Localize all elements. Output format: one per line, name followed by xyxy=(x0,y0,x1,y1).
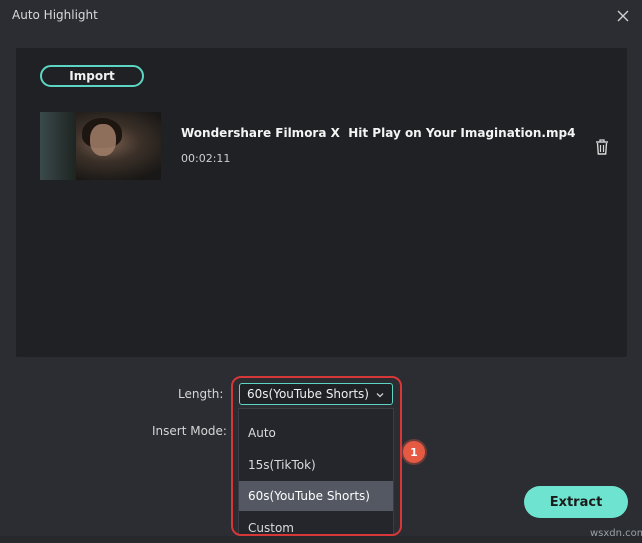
close-icon xyxy=(617,10,629,22)
file-name: Wondershare Filmora X Hit Play on Your I… xyxy=(181,126,576,140)
trash-icon xyxy=(596,139,608,155)
delete-button[interactable] xyxy=(594,138,610,156)
length-dropdown: Auto 15s(TikTok) 60s(YouTube Shorts) Cus… xyxy=(238,408,394,543)
length-option-60s[interactable]: 60s(YouTube Shorts) xyxy=(239,481,393,511)
chevron-down-icon xyxy=(376,393,384,398)
title-bar: Auto Highlight xyxy=(0,0,642,32)
watermark: wsxdn.com xyxy=(590,528,642,539)
close-button[interactable] xyxy=(612,5,634,27)
extract-button[interactable]: Extract xyxy=(524,486,628,518)
length-option-15s[interactable]: 15s(TikTok) xyxy=(239,450,393,480)
insert-mode-label: Insert Mode: xyxy=(152,424,227,438)
annotation-badge: 1 xyxy=(403,441,425,463)
window-title: Auto Highlight xyxy=(12,8,98,22)
media-panel: Import Wondershare Filmora X Hit Play on… xyxy=(16,48,627,357)
length-option-auto[interactable]: Auto xyxy=(239,418,393,448)
video-thumbnail xyxy=(40,112,161,180)
length-selected-value: 60s(YouTube Shorts) xyxy=(247,387,369,401)
length-select[interactable]: 60s(YouTube Shorts) xyxy=(239,383,393,405)
length-label: Length: xyxy=(178,387,224,401)
file-duration: 00:02:11 xyxy=(181,152,231,165)
import-button[interactable]: Import xyxy=(40,65,144,87)
bottom-edge xyxy=(0,536,642,543)
